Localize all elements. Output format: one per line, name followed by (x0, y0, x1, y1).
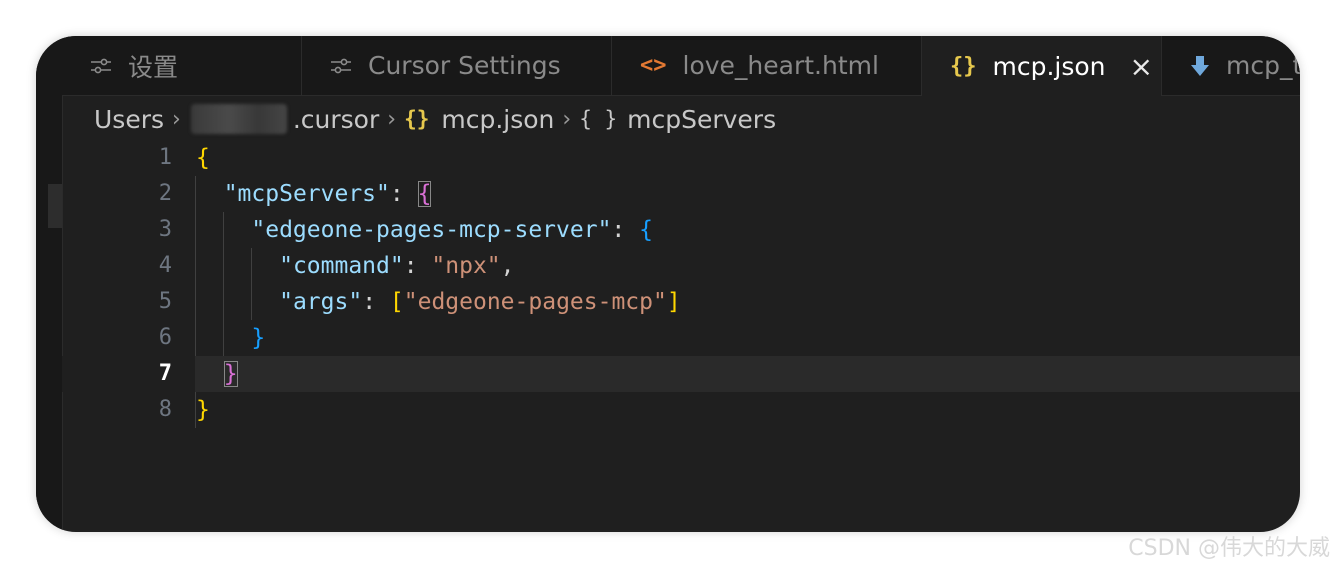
line-number: 3 (158, 217, 172, 242)
object-braces-icon: { } (579, 107, 618, 131)
code-line[interactable]: 1{ (62, 140, 1300, 176)
breadcrumb-symbol[interactable]: mcpServers (627, 105, 776, 134)
close-icon[interactable]: × (1130, 50, 1153, 83)
sliders-icon (330, 56, 352, 76)
tab-settings-cn[interactable]: 设置 (62, 36, 302, 95)
code-token: : (611, 217, 640, 243)
chevron-right-icon: › (387, 106, 397, 132)
code-text: } (196, 320, 265, 356)
line-number: 8 (158, 397, 172, 422)
line-number: 2 (158, 181, 172, 206)
code-line[interactable]: 7 } (62, 356, 1300, 392)
code-token: { (639, 217, 653, 243)
code-text: } (196, 356, 238, 392)
code-token: ] (666, 289, 681, 315)
activity-indicator (48, 184, 62, 228)
code-text: { (196, 140, 210, 176)
code-token: : (362, 289, 390, 315)
code-token: : (389, 181, 418, 207)
breadcrumb-file[interactable]: mcp.json (441, 105, 554, 134)
code-icon: <> (640, 53, 667, 78)
editor-window: 设置 Cursor Settings <> love_heart.html {}… (36, 36, 1300, 532)
activity-strip (36, 36, 63, 532)
code-token: "npx" (431, 253, 501, 279)
tab-label: love_heart.html (682, 51, 879, 80)
code-token: : (403, 253, 432, 279)
tab-cursor-settings[interactable]: Cursor Settings (302, 36, 612, 95)
code-text: "args": ["edgeone-pages-mcp"] (196, 284, 681, 320)
code-text: "mcpServers": { (196, 176, 432, 212)
tab-love-heart-html[interactable]: <> love_heart.html (612, 36, 922, 95)
code-line[interactable]: 3 "edgeone-pages-mcp-server": { (62, 212, 1300, 248)
line-number: 7 (158, 361, 172, 386)
code-token: { (417, 181, 432, 207)
line-number: 4 (158, 253, 172, 278)
code-token: "edgeone-pages-mcp-server" (251, 217, 612, 243)
code-token: } (251, 325, 266, 351)
code-text: } (196, 392, 210, 428)
code-text: "command": "npx", (196, 248, 515, 284)
tab-label: Cursor Settings (368, 51, 561, 80)
breadcrumb-users[interactable]: Users (94, 105, 164, 134)
code-token: "args" (279, 289, 363, 315)
code-line[interactable]: 8} (62, 392, 1300, 428)
line-number: 1 (158, 145, 172, 170)
code-token: , (500, 253, 515, 279)
line-number: 6 (158, 325, 172, 350)
watermark: CSDN @伟大的大威 (1128, 536, 1330, 561)
chevron-right-icon: › (172, 106, 181, 132)
sliders-icon (90, 56, 112, 76)
tab-bar: 设置 Cursor Settings <> love_heart.html {}… (62, 36, 1300, 96)
code-line[interactable]: 6 } (62, 320, 1300, 356)
breadcrumb-cursor[interactable]: .cursor (293, 105, 379, 134)
code-token: } (196, 397, 210, 423)
redacted-username (190, 104, 287, 134)
tab-label: mcp.json (992, 51, 1106, 81)
tab-mcp-json[interactable]: {} mcp.json × (922, 36, 1162, 96)
breadcrumb: Users › .cursor › {} mcp.json › { } mcpS… (94, 102, 776, 136)
chevron-right-icon: › (562, 106, 572, 132)
download-arrow-icon (1190, 55, 1210, 77)
code-token: "mcpServers" (223, 181, 390, 207)
code-token: { (196, 145, 210, 171)
code-line[interactable]: 5 "args": ["edgeone-pages-mcp"] (62, 284, 1300, 320)
json-braces-icon: {} (950, 53, 977, 79)
json-braces-icon: {} (404, 107, 430, 131)
tab-label: 设置 (128, 52, 179, 82)
code-token: "edgeone-pages-mcp" (403, 289, 667, 315)
tab-label: mcp_t (1226, 51, 1300, 80)
code-text: "edgeone-pages-mcp-server": { (196, 212, 653, 248)
code-token: "command" (279, 253, 404, 279)
tab-mcp-t[interactable]: mcp_t (1162, 36, 1300, 95)
code-line[interactable]: 2 "mcpServers": { (62, 176, 1300, 212)
code-line[interactable]: 4 "command": "npx", (62, 248, 1300, 284)
code-token: [ (389, 289, 404, 315)
code-token: } (223, 361, 238, 387)
code-editor[interactable]: 1{2 "mcpServers": {3 "edgeone-pages-mcp-… (62, 140, 1300, 532)
line-number: 5 (158, 289, 172, 314)
